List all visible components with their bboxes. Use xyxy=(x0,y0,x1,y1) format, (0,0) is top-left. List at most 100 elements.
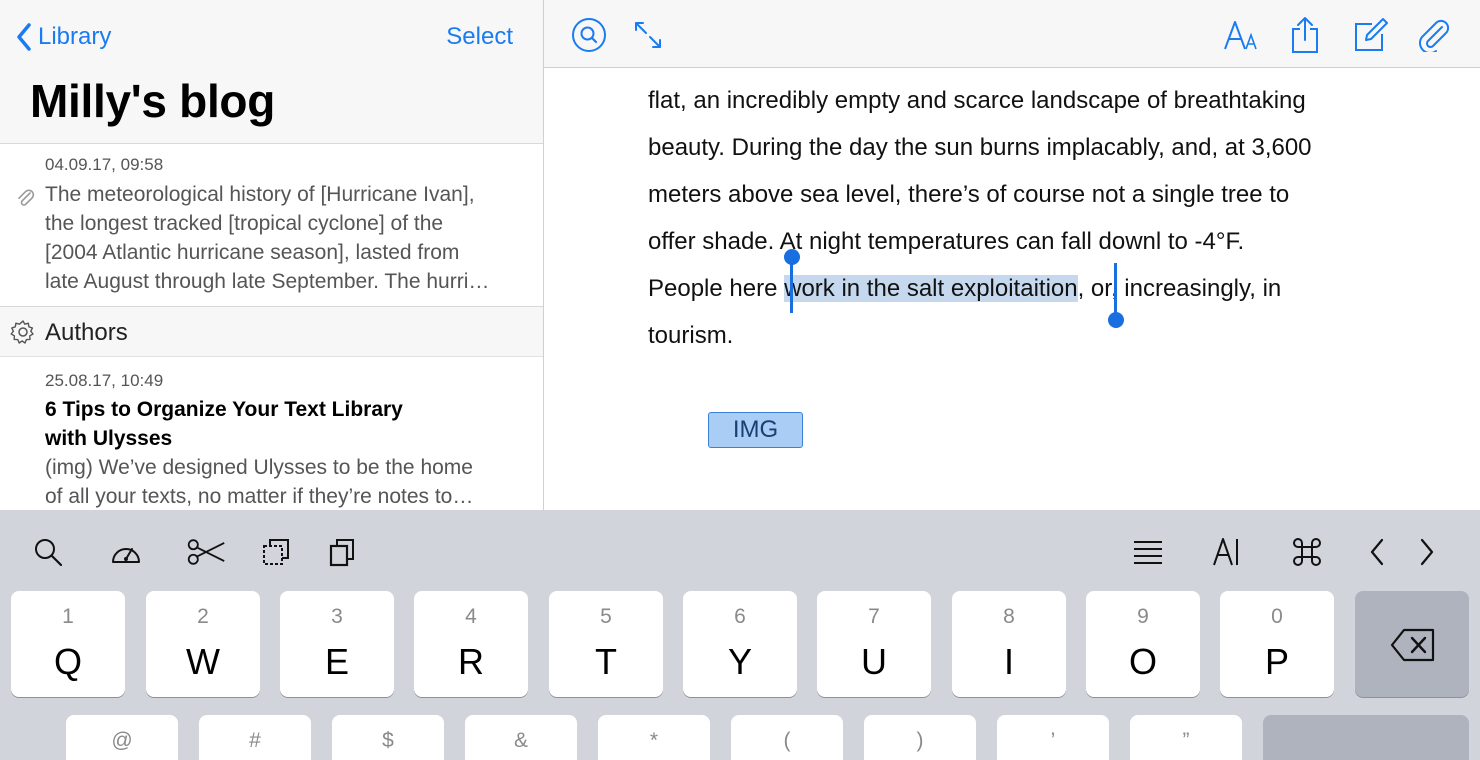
sheet-title: 6 Tips to Organize Your Text Library wit… xyxy=(45,395,505,453)
key-u[interactable]: 7U xyxy=(817,591,931,697)
key-d[interactable]: $ xyxy=(332,715,444,760)
key-r[interactable]: 4R xyxy=(414,591,528,697)
keyboard-toolbar xyxy=(0,510,1480,590)
excerpt-line: The meteorological history of [Hurricane… xyxy=(45,183,475,206)
key-w[interactable]: 2W xyxy=(146,591,260,697)
key-number: 5 xyxy=(600,605,612,628)
command-icon[interactable] xyxy=(1287,532,1327,572)
sheet-date: 04.09.17, 09:58 xyxy=(45,155,164,174)
text-line: People here work in the salt exploitaiti… xyxy=(648,265,1408,312)
selection-end-handle[interactable] xyxy=(1114,263,1117,313)
editor-text-area[interactable]: flat, an incredibly empty and scarce lan… xyxy=(544,69,1480,510)
key-s[interactable]: # xyxy=(199,715,311,760)
key-k[interactable]: ’ xyxy=(997,715,1109,760)
paragraph-menu-icon[interactable] xyxy=(1128,532,1168,572)
key-number: 9 xyxy=(1137,605,1149,628)
key-e[interactable]: 3E xyxy=(280,591,394,697)
selection-start-handle[interactable] xyxy=(790,263,793,313)
font-size-icon[interactable] xyxy=(1222,16,1260,54)
chevron-left-icon xyxy=(17,23,31,51)
compose-icon[interactable] xyxy=(1351,16,1389,54)
key-l[interactable]: ” xyxy=(1130,715,1242,760)
selection-end-knob[interactable] xyxy=(1108,312,1124,328)
key-h[interactable]: ( xyxy=(731,715,843,760)
paperclip-icon[interactable] xyxy=(1414,16,1452,54)
text-before-selection: People here xyxy=(648,275,785,302)
group-label: Authors xyxy=(45,319,128,346)
group-title: Milly's blog xyxy=(30,75,276,127)
key-q[interactable]: 1Q xyxy=(11,591,125,697)
editor-toolbar xyxy=(544,0,1480,68)
key-number: 1 xyxy=(62,605,74,628)
key-symbol: ” xyxy=(1182,729,1190,752)
back-button-label: Library xyxy=(38,23,112,50)
key-letter: I xyxy=(1003,641,1014,682)
sheet-title-line: with Ulysses xyxy=(45,427,173,450)
expand-icon[interactable] xyxy=(629,16,667,54)
key-j[interactable]: ) xyxy=(864,715,976,760)
key-g[interactable]: * xyxy=(598,715,710,760)
key-a[interactable]: @ xyxy=(66,715,178,760)
back-to-library-button[interactable]: Library xyxy=(16,20,111,54)
key-letter: Y xyxy=(727,641,752,682)
editor-paragraph: flat, an incredibly empty and scarce lan… xyxy=(648,77,1408,359)
sheet-item[interactable]: 25.08.17, 10:49 6 Tips to Organize Your … xyxy=(0,358,543,510)
excerpt-line: the longest tracked [tropical cyclone] o… xyxy=(45,212,444,235)
sheet-excerpt: The meteorological history of [Hurricane… xyxy=(45,180,525,296)
scissors-icon[interactable] xyxy=(186,532,226,572)
key-f[interactable]: & xyxy=(465,715,577,760)
excerpt-line: late August through late September. The … xyxy=(45,270,490,293)
text-format-icon[interactable] xyxy=(1207,532,1247,572)
paste-icon[interactable] xyxy=(322,532,362,572)
search-icon[interactable] xyxy=(28,532,68,572)
group-row-authors[interactable]: Authors xyxy=(0,307,543,357)
text-line: flat, an incredibly empty and scarce lan… xyxy=(648,87,1306,114)
key-symbol: ) xyxy=(916,729,924,752)
selection-start-knob[interactable] xyxy=(784,249,800,265)
key-number: 6 xyxy=(734,605,746,628)
text-line: beauty. During the day the sun burns imp… xyxy=(648,134,1312,161)
key-number: 8 xyxy=(1003,605,1015,628)
key-o[interactable]: 9O xyxy=(1086,591,1200,697)
key-t[interactable]: 5T xyxy=(549,591,663,697)
key-i[interactable]: 8I xyxy=(952,591,1066,697)
statistics-gauge-icon[interactable] xyxy=(106,532,146,572)
key-y[interactable]: 6Y xyxy=(683,591,797,697)
backspace-icon xyxy=(1390,628,1436,667)
key-number: 0 xyxy=(1271,605,1283,628)
key-letter: U xyxy=(861,641,887,682)
search-icon[interactable] xyxy=(570,16,608,54)
key-symbol: # xyxy=(249,729,261,752)
key-letter: E xyxy=(324,641,349,682)
return-key[interactable] xyxy=(1263,715,1469,760)
chevron-right-icon[interactable] xyxy=(1407,532,1447,572)
key-letter: R xyxy=(458,641,484,682)
select-button[interactable]: Select xyxy=(446,20,513,54)
text-line: meters above sea level, there’s of cours… xyxy=(648,181,1290,208)
delete-key[interactable] xyxy=(1355,591,1469,697)
image-tag[interactable]: IMG xyxy=(708,412,803,448)
excerpt-line: (img) We’ve designed Ulysses to be the h… xyxy=(45,456,473,479)
paperclip-icon xyxy=(14,187,36,214)
key-letter: W xyxy=(186,641,220,682)
keyboard: 1Q 2W 3E 4R 5T 6Y 7U 8I 9O 0P @ # $ & * … xyxy=(0,510,1480,760)
sidebar-header: Library Select Milly's blog xyxy=(0,0,543,144)
key-number: 7 xyxy=(868,605,880,628)
key-letter: Q xyxy=(53,641,82,682)
excerpt-line: of all your texts, no matter if they’re … xyxy=(45,485,474,508)
key-number: 2 xyxy=(197,605,209,628)
key-symbol: $ xyxy=(382,729,394,752)
chevron-left-icon[interactable] xyxy=(1357,532,1397,572)
selected-text[interactable]: work in the salt exploitaition xyxy=(784,275,1078,302)
sheet-title-line: 6 Tips to Organize Your Text Library xyxy=(45,398,403,421)
gear-icon xyxy=(10,319,36,350)
key-number: 4 xyxy=(465,605,477,628)
share-icon[interactable] xyxy=(1286,16,1324,54)
sheet-item[interactable]: 04.09.17, 09:58 The meteorological histo… xyxy=(0,145,543,307)
copy-icon[interactable] xyxy=(256,532,296,572)
key-p[interactable]: 0P xyxy=(1220,591,1334,697)
sheet-excerpt: (img) We’ve designed Ulysses to be the h… xyxy=(45,453,525,510)
key-symbol: ’ xyxy=(1050,729,1056,752)
key-symbol: @ xyxy=(111,729,133,752)
text-line: tourism. xyxy=(648,322,734,349)
